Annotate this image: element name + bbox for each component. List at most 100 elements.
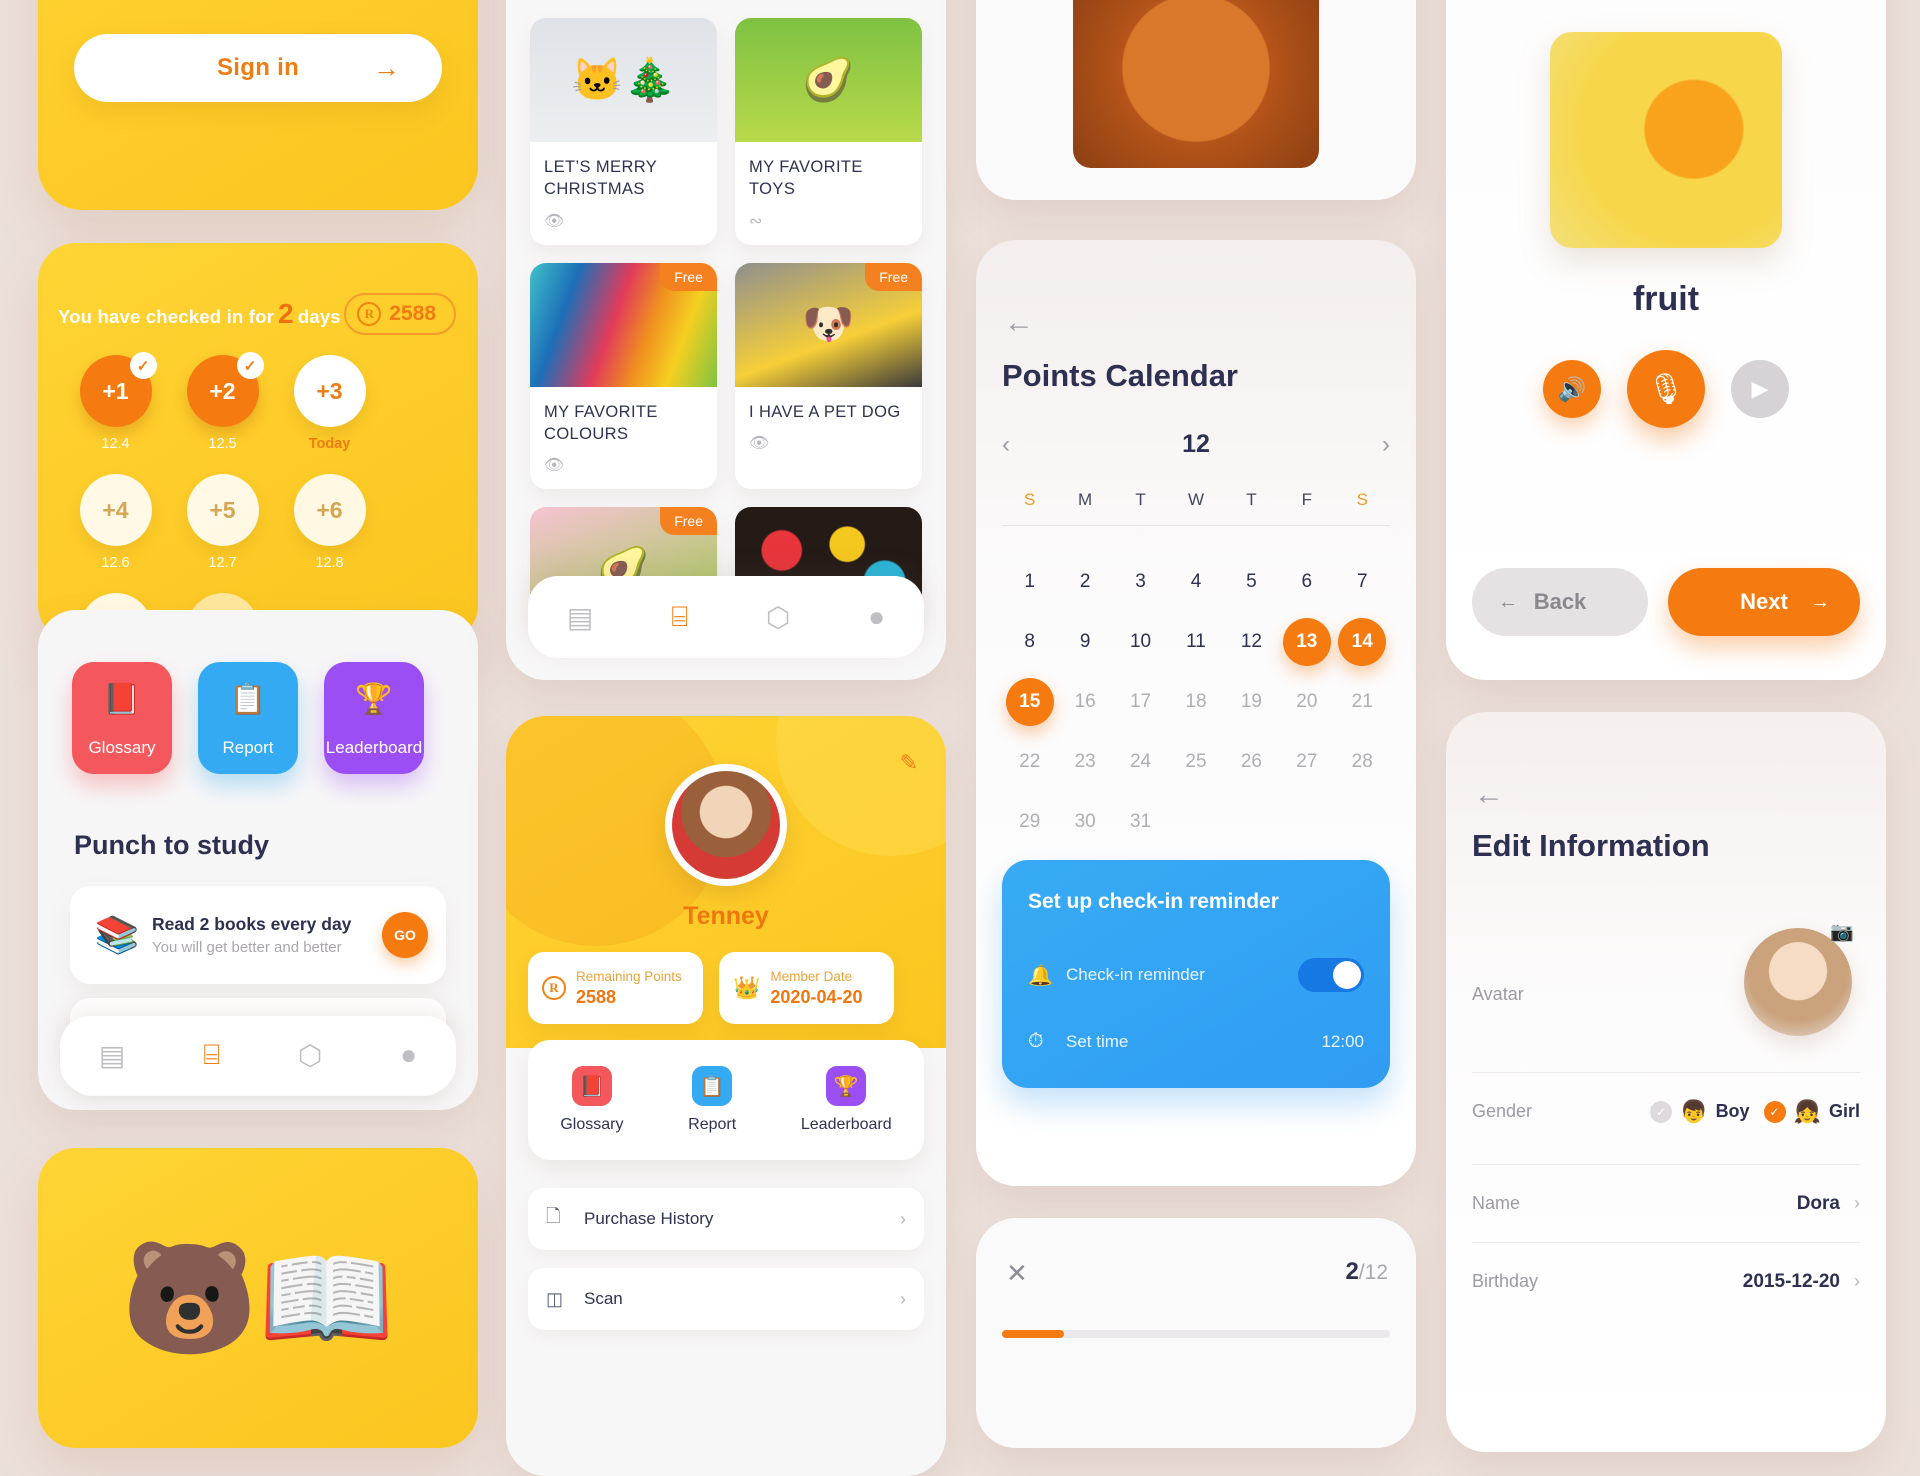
arrow-left-icon[interactable]: ← xyxy=(1474,780,1504,810)
tab-shield[interactable]: ⬡ xyxy=(298,1039,322,1072)
calendar-day[interactable]: 18 xyxy=(1168,672,1223,732)
book-card[interactable]: Free MY FAVORITE COLOURS 👁 xyxy=(530,262,717,490)
calendar-day[interactable]: 6 xyxy=(1279,552,1334,612)
tool-glossary[interactable]: 📕 Glossary xyxy=(72,662,172,774)
calendar-day-number: 31 xyxy=(1129,811,1152,832)
calendar-day[interactable]: 11 xyxy=(1168,612,1223,672)
tool-leaderboard[interactable]: 🏆 Leaderboard xyxy=(324,662,424,774)
points-badge[interactable]: R 2588 xyxy=(344,293,456,335)
checkin-bubble[interactable]: +3 xyxy=(293,355,366,427)
book-card[interactable]: 🐱🎄 LET’S MERRY CHRISTMAS 👁 xyxy=(530,18,717,245)
calendar-day[interactable]: 30 xyxy=(1057,792,1112,852)
next-button[interactable]: Next → xyxy=(1668,568,1860,636)
calendar-day[interactable]: 20 xyxy=(1279,672,1334,732)
chevron-right-icon: › xyxy=(900,1208,906,1229)
play-button[interactable]: ▶ xyxy=(1731,360,1789,418)
calendar-day[interactable]: 19 xyxy=(1224,672,1279,732)
calendar-day[interactable]: 7 xyxy=(1335,552,1390,612)
avatar[interactable] xyxy=(1744,928,1852,1036)
checkin-bubble[interactable]: +1 ✓ xyxy=(79,352,157,427)
calendar-day[interactable]: 16 xyxy=(1057,672,1112,732)
chevron-right-icon[interactable]: › xyxy=(1382,431,1390,459)
menu-item-label: Purchase History xyxy=(584,1209,714,1228)
calendar-day[interactable]: 8 xyxy=(1002,612,1057,672)
calendar-day[interactable]: 9 xyxy=(1057,612,1112,672)
calendar-day-number: 25 xyxy=(1185,751,1207,772)
arrow-left-icon[interactable]: ← xyxy=(1004,308,1034,338)
calendar-day[interactable]: 23 xyxy=(1057,732,1112,792)
profile-quick-actions: 📕 Glossary 📋 Report 🏆 Leaderboard xyxy=(528,1040,924,1160)
calendar-day[interactable]: 1 xyxy=(1002,552,1057,612)
gender-option-boy[interactable]: ✓ 👦 Boy xyxy=(1650,1099,1750,1125)
punch-item-0[interactable]: 📚 Read 2 books every day You will get be… xyxy=(70,886,446,984)
checkin-reminder-toggle[interactable] xyxy=(1298,958,1364,992)
tool-label: Glossary xyxy=(88,738,156,757)
bottom-tabbar[interactable]: ▤ ⌸ ⬡ ● xyxy=(528,576,924,658)
camera-icon[interactable]: 📷 xyxy=(1830,920,1854,944)
gender-label: Gender xyxy=(1472,1101,1533,1121)
calendar-day[interactable]: 24 xyxy=(1113,732,1168,792)
bookmark-icon: ▤ xyxy=(98,1039,126,1071)
menu-item-purchase-history[interactable]: 🗋 Purchase History › xyxy=(528,1188,924,1250)
tab-profile[interactable]: ● xyxy=(868,601,885,633)
signin-button[interactable]: Sign in → xyxy=(74,34,442,102)
birthday-row[interactable]: Birthday 2015-12-20 › xyxy=(1472,1242,1860,1320)
quick-report[interactable]: 📋 Report xyxy=(688,1066,736,1134)
checkin-day-label: 12.6 xyxy=(101,555,130,571)
tab-library[interactable]: ⌸ xyxy=(671,601,688,634)
calendar-day[interactable]: 14 xyxy=(1335,612,1390,672)
clipboard-check-icon: 📋 xyxy=(229,683,267,716)
checkin-bubble[interactable]: +6 xyxy=(293,474,366,546)
calendar-day[interactable]: 13 xyxy=(1279,612,1334,672)
close-icon[interactable]: ✕ xyxy=(1006,1260,1028,1286)
avatar[interactable] xyxy=(665,764,787,886)
book-card[interactable]: 🥑 MY FAVORITE TOYS ∾ xyxy=(735,18,922,245)
tab-bookmark[interactable]: ▤ xyxy=(567,601,593,634)
calendar-day[interactable]: 21 xyxy=(1335,672,1390,732)
tab-bookmark[interactable]: ▤ xyxy=(99,1039,125,1072)
record-button[interactable]: 🎙 xyxy=(1627,350,1705,428)
bottom-tabbar[interactable]: ▤ ⌸ ⬡ ● xyxy=(60,1016,456,1094)
checkin-day-label: 12.4 xyxy=(101,436,130,452)
calendar-day[interactable]: 25 xyxy=(1168,732,1223,792)
checkin-bubble[interactable]: +4 xyxy=(79,474,152,546)
calendar-day[interactable]: 15 xyxy=(1002,672,1057,732)
calendar-day[interactable]: 22 xyxy=(1002,732,1057,792)
tab-profile[interactable]: ● xyxy=(400,1039,417,1071)
tab-library[interactable]: ⌸ xyxy=(203,1039,220,1072)
calendar-day-number: 18 xyxy=(1185,691,1207,712)
calendar-day[interactable]: 2 xyxy=(1057,552,1112,612)
book-card[interactable]: 🐶 Free I HAVE A PET DOG 👁 xyxy=(735,262,922,490)
calendar-day[interactable]: 28 xyxy=(1335,732,1390,792)
checkin-bubble[interactable]: +2 ✓ xyxy=(186,352,264,427)
checkin-bubble[interactable]: +5 xyxy=(186,474,259,546)
quick-leaderboard[interactable]: 🏆 Leaderboard xyxy=(801,1066,892,1134)
checkin-card: You have checked in for 2 days R 2588 +1 ✓ 1… xyxy=(38,243,478,643)
reminder-row-settime[interactable]: ⏱ Set time 12:00 xyxy=(1028,1030,1364,1053)
menu-item-scan[interactable]: ◫ Scan › xyxy=(528,1268,924,1330)
calendar-day[interactable]: 27 xyxy=(1279,732,1334,792)
speaker-button[interactable]: 🔊 xyxy=(1543,360,1601,418)
calendar-day[interactable]: 4 xyxy=(1168,552,1223,612)
calendar-day[interactable]: 17 xyxy=(1113,672,1168,732)
free-badge: Free xyxy=(865,262,922,291)
calendar-day[interactable]: 26 xyxy=(1224,732,1279,792)
calendar-card: ← Points Calendar ‹ 12 › SMTWTFS 1234567… xyxy=(976,240,1416,1186)
pencil-icon[interactable]: ✎ xyxy=(900,750,918,776)
chevron-left-icon[interactable]: ‹ xyxy=(1002,431,1010,459)
calendar-day[interactable]: 10 xyxy=(1113,612,1168,672)
tool-report[interactable]: 📋 Report xyxy=(198,662,298,774)
checkin-day-5: +6 12.8 xyxy=(276,474,383,571)
back-button[interactable]: ← Back xyxy=(1472,568,1648,636)
go-button[interactable]: GO xyxy=(382,912,428,958)
quick-glossary[interactable]: 📕 Glossary xyxy=(560,1066,623,1134)
calendar-day[interactable]: 3 xyxy=(1113,552,1168,612)
gender-option-girl[interactable]: ✓ 👧 Girl xyxy=(1763,1099,1860,1125)
basketball-image xyxy=(1073,0,1319,168)
name-row[interactable]: Name Dora › xyxy=(1472,1164,1860,1242)
calendar-day[interactable]: 31 xyxy=(1113,792,1168,852)
calendar-day[interactable]: 29 xyxy=(1002,792,1057,852)
tab-shield[interactable]: ⬡ xyxy=(766,601,790,634)
calendar-day[interactable]: 12 xyxy=(1224,612,1279,672)
calendar-day[interactable]: 5 xyxy=(1224,552,1279,612)
